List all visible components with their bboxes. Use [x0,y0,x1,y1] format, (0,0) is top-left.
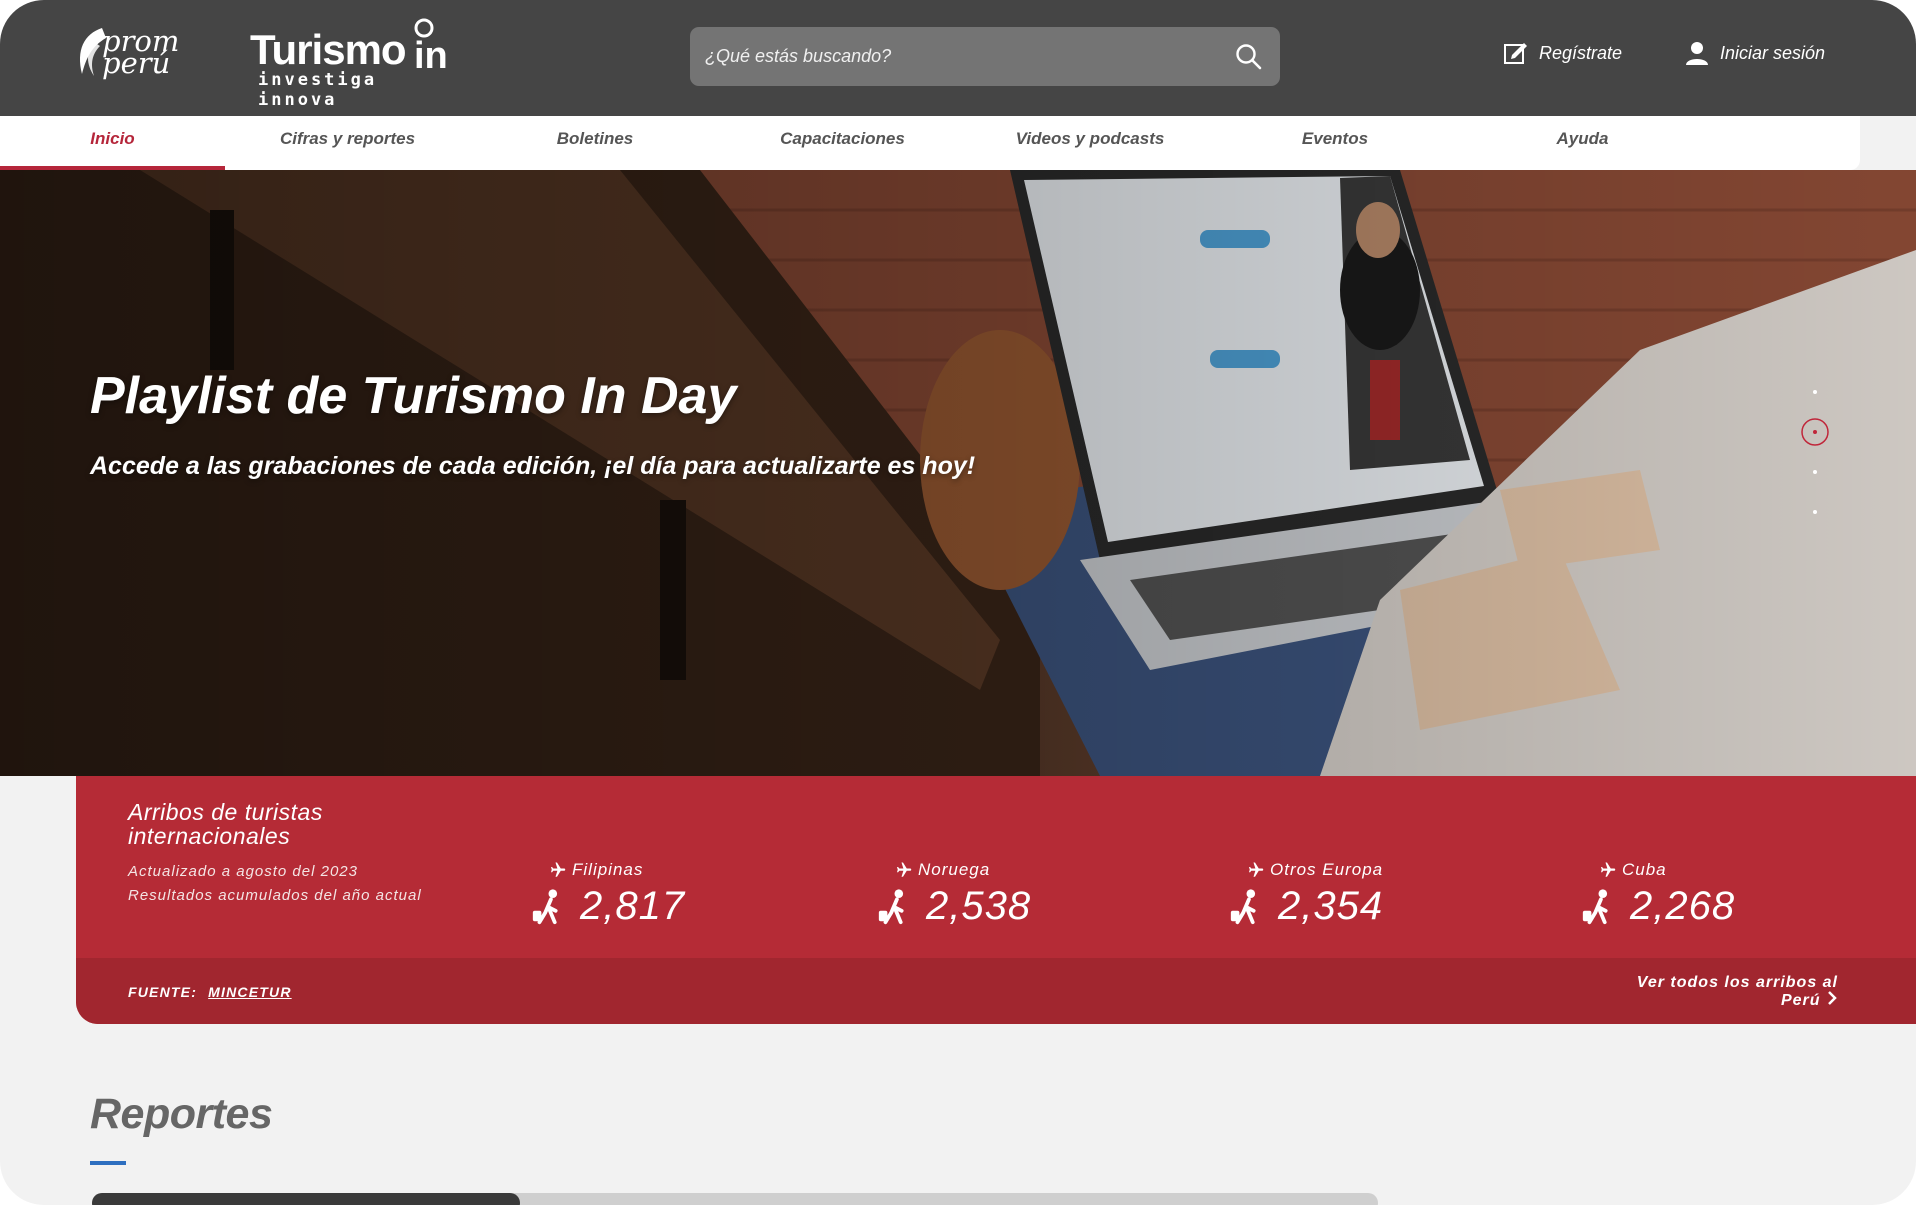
login-link[interactable]: Iniciar sesión [1684,40,1825,66]
chevron-right-icon [1828,991,1837,1005]
reports-tab-bar [92,1193,1378,1205]
traveler-icon [878,888,904,924]
hero-banner[interactable]: Playlist de Turismo In Day Accede a las … [0,170,1916,776]
stat-card: Noruega 2,538 [876,860,1096,929]
traveler-icon [1230,888,1256,924]
nav-item-ayuda[interactable]: Ayuda [1455,116,1710,170]
arrivals-note: Resultados acumulados del año actual [128,887,422,904]
arrivals-panel: Arribos de turistas internacionales Actu… [76,776,1916,1024]
turismo-logo-tagline: investiga innova [258,70,378,110]
airplane-icon [1249,862,1264,877]
slider-pagination [1801,390,1829,514]
see-all-label: Ver todos los arribos al Perú [1636,974,1838,1009]
register-label: Regístrate [1539,42,1623,63]
traveler-icon [532,888,558,924]
arrivals-summary: Arribos de turistas internacionales Actu… [76,776,1916,958]
reports-heading: Reportes [90,1090,273,1138]
reports-tab-active[interactable] [92,1193,520,1205]
traveler-icon [1582,888,1608,924]
search-input[interactable] [690,27,1234,86]
stat-country: Otros Europa [1270,860,1384,879]
stat-value: 2,538 [926,884,1032,928]
see-all-arrivals-link[interactable]: Ver todos los arribos al Perú [1598,974,1838,1009]
airplane-icon [1601,862,1616,877]
turismo-logo-word: Turismo [250,26,407,73]
airplane-icon [551,862,566,877]
nav-item-cifras-reportes[interactable]: Cifras y reportes [225,116,470,170]
promperu-logo-text: prom perú [102,24,180,80]
nav-item-videos-podcasts[interactable]: Videos y podcasts [965,116,1215,170]
stat-country: Filipinas [572,860,644,879]
nav-item-boletines[interactable]: Boletines [470,116,720,170]
stat-card: Otros Europa 2,354 [1228,860,1448,929]
source-note: FUENTE: MINCETUR [128,984,292,1000]
search-icon[interactable] [1234,42,1264,72]
source-link-mincetur[interactable]: MINCETUR [208,984,291,1000]
stat-card: Filipinas 2,817 [530,860,750,929]
main-nav: Inicio Cifras y reportes Boletines Capac… [0,116,1860,170]
promperu-logo[interactable]: prom perú [72,24,200,88]
arrivals-footer: FUENTE: MINCETUR Ver todos los arribos a… [76,958,1916,1024]
top-header: prom perú Turismo in investiga innova Re… [0,0,1916,116]
turismo-in-mark-icon: in [414,18,448,74]
nav-item-eventos[interactable]: Eventos [1215,116,1455,170]
browser-frame: prom perú Turismo in investiga innova Re… [0,0,1916,1205]
user-icon [1686,42,1708,65]
search-box [690,27,1280,86]
arrivals-updated: Actualizado a agosto del 2023 [128,863,358,880]
airplane-icon [897,862,912,877]
arrivals-description: Actualizado a agosto del 2023 Resultados… [128,860,428,908]
slider-dot[interactable] [1813,470,1817,474]
hero-title: Playlist de Turismo In Day [90,367,737,425]
slider-dot[interactable] [1813,510,1817,514]
nav-item-capacitaciones[interactable]: Capacitaciones [720,116,965,170]
register-link[interactable]: Regístrate [1503,40,1622,66]
login-label: Iniciar sesión [1720,42,1826,63]
stat-value: 2,268 [1630,884,1736,928]
hero-subtitle: Accede a las grabaciones de cada edición… [90,452,976,480]
stat-country: Noruega [918,860,991,879]
nav-item-inicio[interactable]: Inicio [0,116,225,170]
source-label: FUENTE: [128,984,198,1000]
edit-icon [1504,43,1527,64]
slider-dot[interactable] [1813,390,1817,394]
stat-value: 2,817 [580,884,686,928]
stat-card: Cuba 2,268 [1580,860,1800,929]
svg-text:in: in [414,35,448,74]
arrivals-title: Arribos de turistas internacionales [128,799,323,849]
stat-value: 2,354 [1278,884,1384,928]
turismo-in-logo[interactable]: Turismo in investiga innova [250,18,465,110]
reports-heading-underline [90,1161,126,1165]
stat-country: Cuba [1622,860,1667,879]
